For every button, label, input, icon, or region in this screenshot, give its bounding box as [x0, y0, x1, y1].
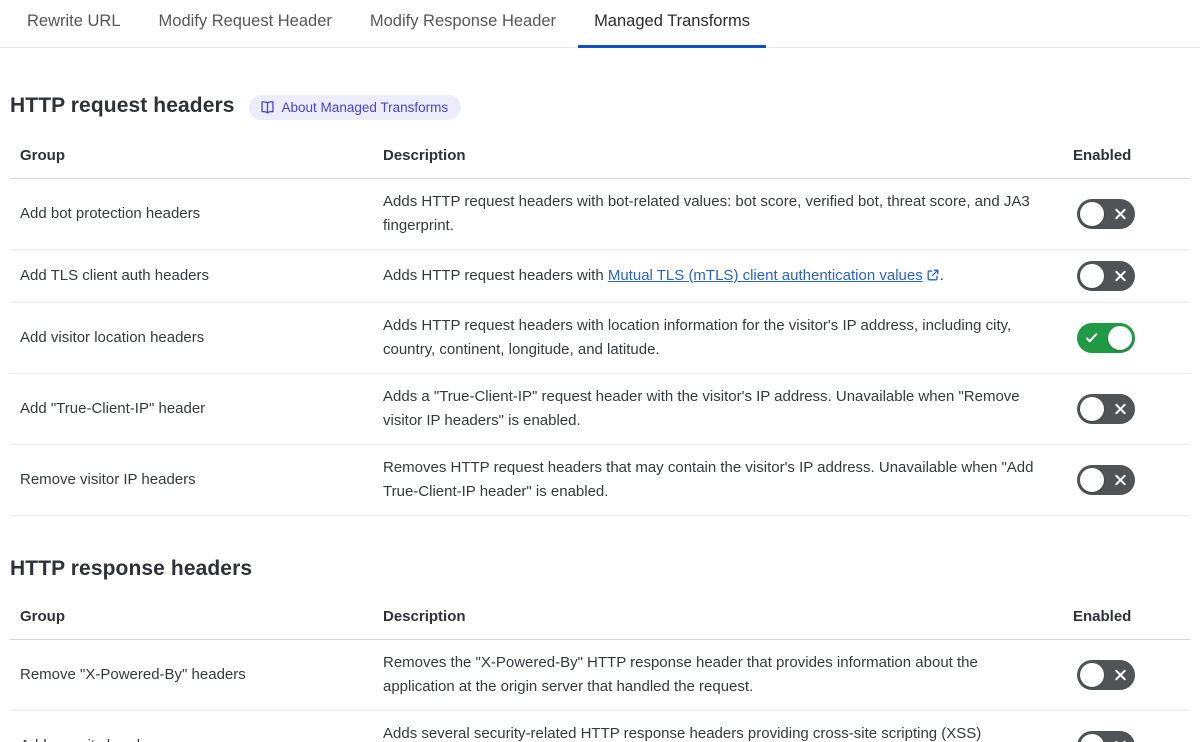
- table-row: Add bot protection headers Adds HTTP req…: [10, 179, 1190, 250]
- about-managed-transforms-link[interactable]: About Managed Transforms: [248, 95, 462, 120]
- mtls-values-link[interactable]: Mutual TLS (mTLS) client authentication …: [608, 267, 940, 284]
- toggle-knob: [1080, 663, 1104, 687]
- toggle-knob: [1080, 734, 1104, 742]
- table-row: Add security headers Adds several securi…: [10, 711, 1190, 742]
- toggle-add-visitor-location-headers[interactable]: [1077, 323, 1135, 353]
- row-group-label: Add TLS client auth headers: [20, 267, 210, 284]
- column-group: Group: [20, 608, 65, 625]
- tab-rewrite-url[interactable]: Rewrite URL: [11, 0, 137, 48]
- row-description: Adds HTTP request headers with Mutual TL…: [373, 253, 1063, 299]
- toggle-knob: [1080, 397, 1104, 421]
- row-description: Adds several security-related HTTP respo…: [383, 725, 982, 742]
- row-group-label: Add bot protection headers: [20, 205, 201, 222]
- table-row: Remove "X-Powered-By" headers Removes th…: [10, 640, 1190, 711]
- response-headers-table: Group Description Enabled Remove "X-Powe…: [10, 593, 1190, 742]
- external-link-icon: [927, 269, 939, 281]
- badge-label: About Managed Transforms: [281, 100, 449, 115]
- request-headers-title: HTTP request headers: [10, 94, 235, 117]
- column-enabled: Enabled: [1073, 608, 1132, 625]
- tab-managed-transforms[interactable]: Managed Transforms: [578, 0, 766, 48]
- toggle-add-tls-client-auth-headers[interactable]: [1077, 261, 1135, 291]
- x-icon: [1114, 474, 1127, 487]
- toggle-remove-visitor-ip-headers[interactable]: [1077, 465, 1135, 495]
- x-icon: [1114, 270, 1127, 283]
- row-description: Adds HTTP request headers with bot-relat…: [383, 193, 1030, 234]
- row-group-label: Remove "X-Powered-By" headers: [20, 666, 246, 683]
- column-description: Description: [383, 608, 466, 625]
- row-description: Adds HTTP request headers with location …: [383, 317, 1012, 358]
- table-row: Add visitor location headers Adds HTTP r…: [10, 303, 1190, 374]
- table-row: Remove visitor IP headers Removes HTTP r…: [10, 445, 1190, 516]
- table-header-row: Group Description Enabled: [10, 593, 1190, 640]
- description-text: Adds HTTP request headers with: [383, 267, 608, 284]
- check-icon: [1085, 332, 1098, 345]
- book-icon: [260, 100, 275, 115]
- toggle-add-true-client-ip-header[interactable]: [1077, 394, 1135, 424]
- x-icon: [1114, 403, 1127, 416]
- description-text: .: [939, 267, 944, 284]
- toggle-knob: [1080, 202, 1104, 226]
- table-row: Add "True-Client-IP" header Adds a "True…: [10, 374, 1190, 445]
- x-icon: [1114, 208, 1127, 221]
- toggle-remove-x-powered-by-headers[interactable]: [1077, 660, 1135, 690]
- row-group-label: Add visitor location headers: [20, 329, 205, 346]
- row-group-label: Add "True-Client-IP" header: [20, 400, 206, 417]
- toggle-knob: [1080, 468, 1104, 492]
- response-headers-title: HTTP response headers: [10, 557, 253, 580]
- table-row: Add TLS client auth headers Adds HTTP re…: [10, 250, 1190, 303]
- column-group: Group: [20, 147, 65, 164]
- row-group-label: Add security headers: [10, 723, 373, 742]
- toggle-knob: [1080, 264, 1104, 288]
- row-description: Removes HTTP request headers that may co…: [383, 459, 1034, 500]
- column-description: Description: [383, 147, 466, 164]
- toggle-add-security-headers[interactable]: [1077, 731, 1135, 742]
- row-description: Adds a "True-Client-IP" request header w…: [383, 388, 1020, 429]
- row-group-label: Remove visitor IP headers: [20, 471, 196, 488]
- request-headers-table: Group Description Enabled Add bot protec…: [10, 132, 1190, 516]
- toggle-knob: [1108, 326, 1132, 350]
- toggle-add-bot-protection-headers[interactable]: [1077, 199, 1135, 229]
- tab-bar: Rewrite URL Modify Request Header Modify…: [0, 0, 1200, 48]
- row-description: Removes the "X-Powered-By" HTTP response…: [383, 654, 978, 695]
- tab-modify-request-header[interactable]: Modify Request Header: [143, 0, 348, 48]
- x-icon: [1114, 669, 1127, 682]
- link-text: Mutual TLS (mTLS) client authentication …: [607, 267, 923, 284]
- column-enabled: Enabled: [1073, 147, 1132, 164]
- table-header-row: Group Description Enabled: [10, 132, 1190, 179]
- tab-modify-response-header[interactable]: Modify Response Header: [354, 0, 572, 48]
